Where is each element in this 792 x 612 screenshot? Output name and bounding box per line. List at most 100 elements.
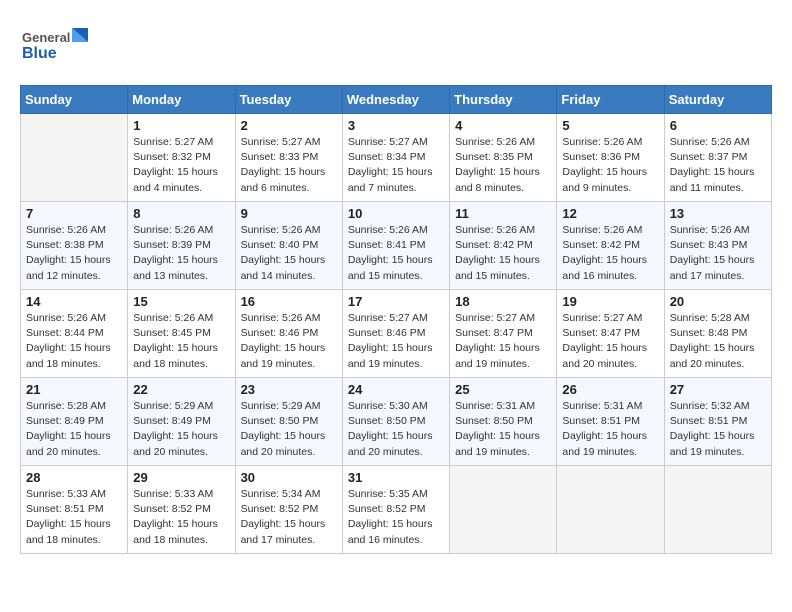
day-number: 6 [670,118,766,133]
day-number: 16 [241,294,337,309]
day-number: 18 [455,294,551,309]
day-number: 12 [562,206,658,221]
calendar-cell: 26 Sunrise: 5:31 AM Sunset: 8:51 PM Dayli… [557,378,664,466]
day-info: Sunrise: 5:27 AM Sunset: 8:46 PM Dayligh… [348,311,444,372]
calendar-week-1: 1 Sunrise: 5:27 AM Sunset: 8:32 PM Daylig… [21,114,772,202]
calendar-cell: 18Sunrise: 5:27 AM Sunset: 8:47 PM Dayli… [450,290,557,378]
day-number: 24 [348,382,444,397]
day-info: Sunrise: 5:33 AM Sunset: 8:51 PM Dayligh… [26,487,122,548]
calendar-cell: 10Sunrise: 5:26 AM Sunset: 8:41 PM Dayli… [342,202,449,290]
day-info: Sunrise: 5:29 AM Sunset: 8:49 PM Dayligh… [133,399,229,460]
day-number: 7 [26,206,122,221]
calendar-cell: 24 Sunrise: 5:30 AM Sunset: 8:50 PM Dayli… [342,378,449,466]
day-info: Sunrise: 5:27 AM Sunset: 8:32 PM Dayligh… [133,135,229,196]
header-sunday: Sunday [21,86,128,114]
day-info: Sunrise: 5:33 AM Sunset: 8:52 PM Dayligh… [133,487,229,548]
calendar-table: SundayMondayTuesdayWednesdayThursdayFrid… [20,85,772,554]
calendar-week-3: 14Sunrise: 5:26 AM Sunset: 8:44 PM Dayli… [21,290,772,378]
day-number: 22 [133,382,229,397]
calendar-cell [664,466,771,554]
calendar-cell: 6 Sunrise: 5:26 AM Sunset: 8:37 PM Daylig… [664,114,771,202]
calendar-cell: 15Sunrise: 5:26 AM Sunset: 8:45 PM Dayli… [128,290,235,378]
header-monday: Monday [128,86,235,114]
calendar-cell: 12 Sunrise: 5:26 AM Sunset: 8:42 PM Dayli… [557,202,664,290]
day-info: Sunrise: 5:28 AM Sunset: 8:48 PM Dayligh… [670,311,766,372]
day-info: Sunrise: 5:26 AM Sunset: 8:45 PM Dayligh… [133,311,229,372]
day-number: 23 [241,382,337,397]
day-number: 20 [670,294,766,309]
day-number: 8 [133,206,229,221]
day-info: Sunrise: 5:26 AM Sunset: 8:42 PM Dayligh… [562,223,658,284]
calendar-cell: 2Sunrise: 5:27 AM Sunset: 8:33 PM Daylig… [235,114,342,202]
day-info: Sunrise: 5:26 AM Sunset: 8:42 PM Dayligh… [455,223,551,284]
calendar-week-5: 28 Sunrise: 5:33 AM Sunset: 8:51 PM Dayli… [21,466,772,554]
svg-text:Blue: Blue [22,45,57,62]
calendar-cell: 22 Sunrise: 5:29 AM Sunset: 8:49 PM Dayli… [128,378,235,466]
day-number: 27 [670,382,766,397]
day-info: Sunrise: 5:34 AM Sunset: 8:52 PM Dayligh… [241,487,337,548]
day-info: Sunrise: 5:26 AM Sunset: 8:46 PM Dayligh… [241,311,337,372]
calendar-cell: 4Sunrise: 5:26 AM Sunset: 8:35 PM Daylig… [450,114,557,202]
calendar-cell: 9 Sunrise: 5:26 AM Sunset: 8:40 PM Daylig… [235,202,342,290]
day-number: 14 [26,294,122,309]
day-info: Sunrise: 5:27 AM Sunset: 8:34 PM Dayligh… [348,135,444,196]
day-info: Sunrise: 5:26 AM Sunset: 8:36 PM Dayligh… [562,135,658,196]
day-info: Sunrise: 5:35 AM Sunset: 8:52 PM Dayligh… [348,487,444,548]
day-info: Sunrise: 5:32 AM Sunset: 8:51 PM Dayligh… [670,399,766,460]
calendar-cell: 30 Sunrise: 5:34 AM Sunset: 8:52 PM Dayli… [235,466,342,554]
calendar-cell: 19 Sunrise: 5:27 AM Sunset: 8:47 PM Dayli… [557,290,664,378]
calendar-cell: 5 Sunrise: 5:26 AM Sunset: 8:36 PM Daylig… [557,114,664,202]
calendar-cell [21,114,128,202]
calendar-cell [450,466,557,554]
calendar-cell: 23 Sunrise: 5:29 AM Sunset: 8:50 PM Dayli… [235,378,342,466]
day-number: 2 [241,118,337,133]
calendar-cell: 20 Sunrise: 5:28 AM Sunset: 8:48 PM Dayli… [664,290,771,378]
calendar-cell: 29 Sunrise: 5:33 AM Sunset: 8:52 PM Dayli… [128,466,235,554]
calendar-cell: 1 Sunrise: 5:27 AM Sunset: 8:32 PM Daylig… [128,114,235,202]
calendar-cell: 25Sunrise: 5:31 AM Sunset: 8:50 PM Dayli… [450,378,557,466]
day-info: Sunrise: 5:31 AM Sunset: 8:51 PM Dayligh… [562,399,658,460]
day-number: 9 [241,206,337,221]
day-info: Sunrise: 5:27 AM Sunset: 8:47 PM Dayligh… [562,311,658,372]
calendar-cell: 3Sunrise: 5:27 AM Sunset: 8:34 PM Daylig… [342,114,449,202]
header-wednesday: Wednesday [342,86,449,114]
svg-text:General: General [22,30,70,45]
day-info: Sunrise: 5:26 AM Sunset: 8:43 PM Dayligh… [670,223,766,284]
day-number: 1 [133,118,229,133]
calendar-cell: 28 Sunrise: 5:33 AM Sunset: 8:51 PM Dayli… [21,466,128,554]
day-info: Sunrise: 5:29 AM Sunset: 8:50 PM Dayligh… [241,399,337,460]
calendar-cell: 14Sunrise: 5:26 AM Sunset: 8:44 PM Dayli… [21,290,128,378]
calendar-cell: 17Sunrise: 5:27 AM Sunset: 8:46 PM Dayli… [342,290,449,378]
day-number: 31 [348,470,444,485]
calendar-cell: 31 Sunrise: 5:35 AM Sunset: 8:52 PM Dayli… [342,466,449,554]
header-thursday: Thursday [450,86,557,114]
calendar-cell: 13Sunrise: 5:26 AM Sunset: 8:43 PM Dayli… [664,202,771,290]
calendar-week-2: 7 Sunrise: 5:26 AM Sunset: 8:38 PM Daylig… [21,202,772,290]
calendar-cell: 27 Sunrise: 5:32 AM Sunset: 8:51 PM Dayli… [664,378,771,466]
day-info: Sunrise: 5:26 AM Sunset: 8:37 PM Dayligh… [670,135,766,196]
day-number: 30 [241,470,337,485]
day-number: 4 [455,118,551,133]
calendar-cell: 7 Sunrise: 5:26 AM Sunset: 8:38 PM Daylig… [21,202,128,290]
day-info: Sunrise: 5:28 AM Sunset: 8:49 PM Dayligh… [26,399,122,460]
calendar-cell: 21 Sunrise: 5:28 AM Sunset: 8:49 PM Dayli… [21,378,128,466]
day-info: Sunrise: 5:26 AM Sunset: 8:39 PM Dayligh… [133,223,229,284]
day-number: 28 [26,470,122,485]
logo-svg: General Blue [20,20,100,75]
header-tuesday: Tuesday [235,86,342,114]
day-number: 26 [562,382,658,397]
day-number: 21 [26,382,122,397]
header-friday: Friday [557,86,664,114]
logo: General Blue [20,20,100,75]
header-row: SundayMondayTuesdayWednesdayThursdayFrid… [21,86,772,114]
day-number: 29 [133,470,229,485]
day-number: 5 [562,118,658,133]
day-info: Sunrise: 5:30 AM Sunset: 8:50 PM Dayligh… [348,399,444,460]
day-info: Sunrise: 5:26 AM Sunset: 8:40 PM Dayligh… [241,223,337,284]
calendar-week-4: 21 Sunrise: 5:28 AM Sunset: 8:49 PM Dayli… [21,378,772,466]
day-number: 25 [455,382,551,397]
header-saturday: Saturday [664,86,771,114]
calendar-cell: 16 Sunrise: 5:26 AM Sunset: 8:46 PM Dayli… [235,290,342,378]
day-info: Sunrise: 5:26 AM Sunset: 8:38 PM Dayligh… [26,223,122,284]
day-number: 19 [562,294,658,309]
